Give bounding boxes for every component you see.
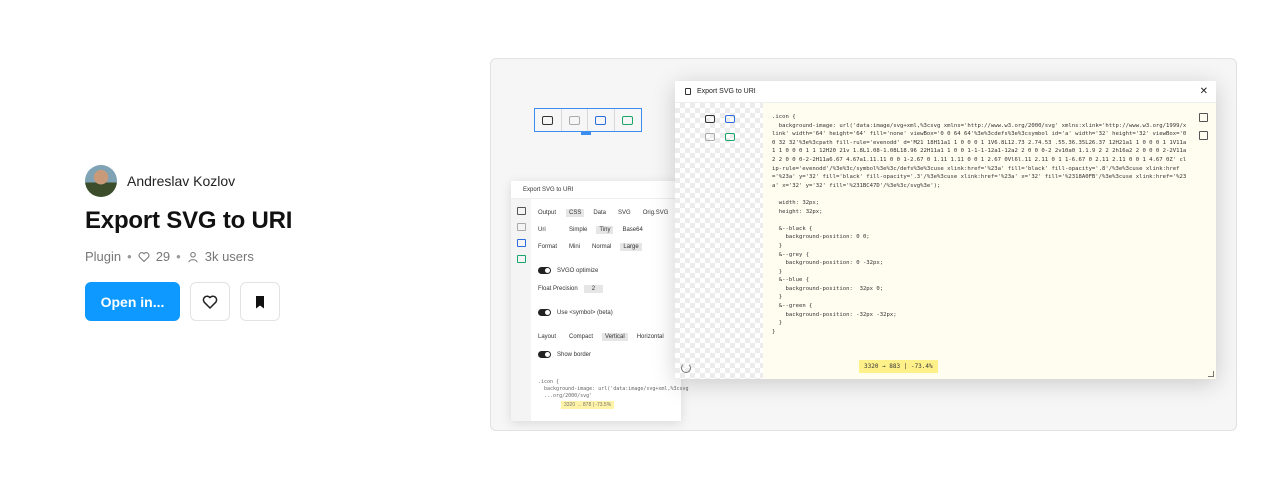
- output-option[interactable]: Data: [590, 209, 609, 217]
- preview-image[interactable]: Export SVG to URI Output CSS Data SVG Or…: [490, 58, 1237, 431]
- size-result: 3320 → 878 | -73.5%: [561, 401, 615, 409]
- symbols-label: Use <symbol> (beta): [557, 309, 613, 316]
- icon-cell: [562, 109, 588, 131]
- image-icon: [595, 115, 607, 125]
- svgo-label: SVGO optimize: [557, 267, 599, 274]
- output-label: Output: [538, 210, 557, 216]
- icon-cell: [535, 109, 562, 131]
- page-title: Export SVG to URI: [85, 207, 293, 234]
- output-option[interactable]: Orig.SVG: [640, 209, 672, 217]
- image-icon: [705, 133, 715, 141]
- user-count: 3k users: [204, 249, 254, 264]
- image-icon: [568, 115, 580, 125]
- image-icon: [516, 239, 526, 247]
- output-option[interactable]: CSS: [566, 209, 585, 217]
- separator-dot: •: [127, 249, 132, 264]
- plugin-window: Export SVG to URI ✕ .icon { background-i…: [675, 81, 1216, 379]
- icon-cell: [615, 109, 641, 131]
- format-row: Format Mini Normal Large: [538, 243, 642, 251]
- uri-row: Uri Simple Tiny Base64: [538, 226, 646, 234]
- svgo-toggle[interactable]: [538, 267, 551, 274]
- uri-option[interactable]: Tiny: [596, 226, 614, 234]
- code-panel: .icon { background-image: url('data:imag…: [763, 103, 1216, 379]
- image-icon: [705, 115, 715, 123]
- icon-list: [511, 199, 531, 421]
- image-icon: [622, 115, 634, 125]
- symbols-toggle[interactable]: [538, 309, 551, 316]
- user-icon: [188, 251, 198, 262]
- size-result: 3320 → 883 | -73.4%: [859, 360, 938, 373]
- save-button[interactable]: [240, 282, 280, 321]
- symbols-row: Use <symbol> (beta): [538, 309, 613, 316]
- window-title: Export SVG to URI: [697, 88, 756, 95]
- resource-type: Plugin: [85, 249, 122, 264]
- format-label: Format: [538, 244, 558, 250]
- action-bar: Open in...: [85, 282, 445, 321]
- image-icon: [516, 207, 526, 215]
- border-label: Show border: [557, 351, 592, 358]
- precision-input[interactable]: 2: [583, 285, 604, 293]
- image-icon: [725, 133, 735, 141]
- author-row[interactable]: Andreslav Kozlov: [85, 165, 445, 197]
- svgo-row: SVGO optimize: [538, 267, 598, 274]
- meta-row: Plugin • 29 • 3k users: [85, 249, 445, 264]
- like-count: 29: [155, 249, 171, 264]
- open-in-button[interactable]: Open in...: [85, 282, 180, 321]
- heart-icon: [138, 251, 150, 262]
- border-toggle[interactable]: [538, 351, 551, 358]
- output-row: Output CSS Data SVG Orig.SVG: [538, 209, 671, 217]
- layout-option[interactable]: Vertical: [602, 333, 628, 341]
- bookmark-icon: [256, 295, 264, 308]
- uri-option[interactable]: Simple: [566, 226, 590, 234]
- image-icon: [725, 115, 735, 123]
- author-name[interactable]: Andreslav Kozlov: [127, 173, 235, 189]
- resize-handle[interactable]: [1208, 371, 1214, 377]
- plugin-window-secondary: Export SVG to URI Output CSS Data SVG Or…: [511, 181, 689, 421]
- image-icon: [542, 115, 554, 125]
- code-snippet: .icon { background-image: url('data:imag…: [538, 379, 689, 399]
- copy-icon[interactable]: [1199, 113, 1208, 122]
- icon-preview-area: [675, 103, 763, 379]
- generated-code[interactable]: .icon { background-image: url('data:imag…: [772, 113, 1187, 336]
- format-option[interactable]: Normal: [589, 243, 614, 251]
- frame-handle: [581, 132, 591, 135]
- plugin-icon: [685, 88, 691, 95]
- window-title: Export SVG to URI: [511, 181, 681, 199]
- close-icon[interactable]: ✕: [1200, 86, 1208, 97]
- layout-row: Layout Compact Vertical Horizontal: [538, 333, 667, 341]
- heart-icon: [202, 294, 218, 309]
- uri-label: Uri: [538, 227, 546, 233]
- download-icon[interactable]: [1199, 131, 1208, 140]
- plugin-info: Andreslav Kozlov Export SVG to URI Plugi…: [85, 165, 445, 321]
- icon-cell: [588, 109, 615, 131]
- precision-label: Float Precision: [538, 286, 578, 292]
- format-option[interactable]: Large: [620, 243, 642, 251]
- precision-row: Float Precision 2: [538, 285, 604, 293]
- avatar[interactable]: [85, 165, 117, 197]
- layout-label: Layout: [538, 334, 557, 340]
- border-row: Show border: [538, 351, 591, 358]
- image-icon: [516, 223, 526, 231]
- image-icon: [516, 255, 526, 263]
- uri-option[interactable]: Base64: [619, 226, 645, 234]
- output-option[interactable]: SVG: [615, 209, 634, 217]
- layout-option[interactable]: Horizontal: [634, 333, 667, 341]
- refresh-icon[interactable]: [681, 363, 691, 373]
- separator-dot: •: [176, 249, 181, 264]
- format-option[interactable]: Mini: [566, 243, 583, 251]
- icon-frame: [534, 108, 642, 132]
- window-header: Export SVG to URI ✕: [675, 81, 1216, 103]
- like-button[interactable]: [190, 282, 230, 321]
- layout-option[interactable]: Compact: [566, 333, 596, 341]
